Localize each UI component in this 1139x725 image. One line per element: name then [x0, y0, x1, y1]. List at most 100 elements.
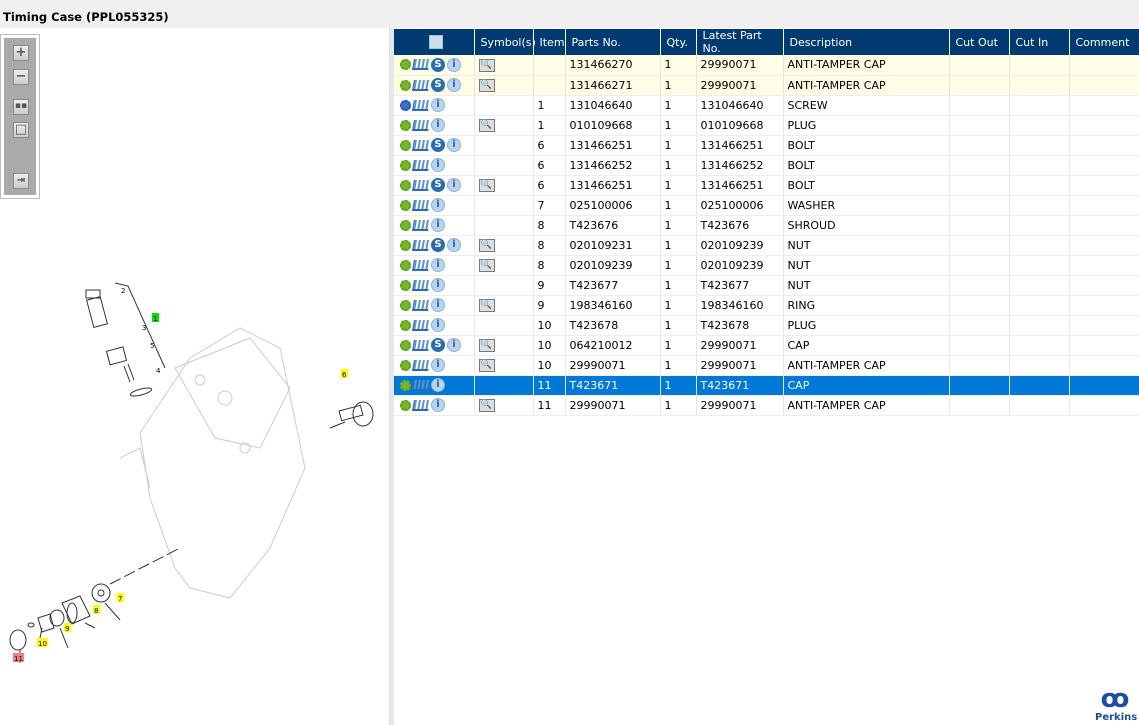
service-icon[interactable]: S	[431, 57, 445, 72]
table-row[interactable]: i 6 131466252 1 131466252 BOLT	[394, 155, 1139, 176]
gear-icon[interactable]	[400, 339, 411, 351]
gear-icon[interactable]	[400, 59, 411, 71]
gear-icon[interactable]	[400, 239, 411, 251]
info-icon[interactable]: i	[431, 158, 445, 172]
info-icon[interactable]: i	[431, 198, 445, 212]
book-search-icon[interactable]: 🔍	[478, 398, 495, 412]
column-header-symbol-s[interactable]: Symbol(s)	[474, 29, 536, 55]
cart-icon[interactable]	[412, 59, 430, 71]
cart-icon[interactable]	[412, 259, 430, 271]
cart-icon[interactable]	[412, 279, 430, 291]
info-icon[interactable]: i	[431, 278, 445, 292]
column-header-qty[interactable]: Qty.	[660, 29, 697, 55]
table-row[interactable]: i 8 T423676 1 T423676 SHROUD	[394, 215, 1139, 236]
book-search-icon[interactable]: 🔍	[478, 178, 495, 192]
info-icon[interactable]: i	[447, 338, 461, 352]
cart-icon[interactable]	[412, 239, 430, 251]
cart-icon[interactable]	[412, 299, 430, 311]
gear-icon[interactable]	[400, 179, 411, 191]
gear-icon[interactable]	[400, 99, 411, 111]
table-row[interactable]: i 9 T423677 1 T423677 NUT	[394, 275, 1139, 296]
table-row[interactable]: i 🔍 1 010109668 1 010109668 PLUG	[394, 115, 1139, 136]
table-row[interactable]: i 10 T423678 1 T423678 PLUG	[394, 315, 1139, 336]
gear-icon[interactable]	[400, 199, 411, 211]
book-search-icon[interactable]: 🔍	[478, 338, 495, 352]
table-row[interactable]: Si 🔍 131466271 1 29990071 ANTI-TAMPER CAP	[394, 75, 1139, 96]
gear-icon[interactable]	[400, 259, 411, 271]
table-row[interactable]: i 11 T423671 1 T423671 CAP	[394, 375, 1139, 396]
info-icon[interactable]: i	[431, 298, 445, 312]
book-search-icon[interactable]: 🔍	[478, 358, 495, 372]
column-header-cut-out[interactable]: Cut Out	[949, 29, 1010, 55]
gear-icon[interactable]	[400, 79, 411, 91]
column-header-description[interactable]: Description	[783, 29, 950, 55]
service-icon[interactable]: S	[431, 178, 445, 192]
book-search-icon[interactable]: 🔍	[478, 78, 495, 92]
book-search-icon[interactable]: 🔍	[478, 298, 495, 312]
table-row[interactable]: i 🔍 10 29990071 1 29990071 ANTI-TAMPER CA…	[394, 355, 1139, 376]
cart-icon[interactable]	[412, 319, 430, 331]
info-icon[interactable]: i	[447, 57, 461, 72]
table-row[interactable]: Si 🔍 10 064210012 1 29990071 CAP	[394, 335, 1139, 356]
cart-icon[interactable]	[412, 179, 430, 191]
gear-icon[interactable]	[400, 219, 411, 231]
info-icon[interactable]: i	[447, 138, 461, 152]
gear-icon[interactable]	[400, 279, 411, 291]
info-icon[interactable]: i	[431, 378, 445, 392]
table-row[interactable]: Si 🔍 8 020109231 1 020109239 NUT	[394, 235, 1139, 256]
info-icon[interactable]: i	[431, 98, 445, 112]
gear-icon[interactable]	[400, 359, 411, 371]
info-icon[interactable]: i	[431, 118, 445, 132]
table-row[interactable]: i 🔍 11 29990071 1 29990071 ANTI-TAMPER CA…	[394, 395, 1139, 416]
service-icon[interactable]: S	[431, 138, 445, 152]
table-row[interactable]: Si 6 131466251 1 131466251 BOLT	[394, 135, 1139, 156]
column-header-item[interactable]: Item	[533, 29, 566, 55]
gear-icon[interactable]	[400, 399, 411, 411]
cart-icon[interactable]	[412, 399, 430, 411]
cart-icon[interactable]	[412, 199, 430, 211]
cart-icon[interactable]	[412, 339, 430, 351]
info-icon[interactable]: i	[431, 398, 445, 412]
cart-icon[interactable]	[412, 99, 430, 111]
table-row[interactable]: Si 🔍 131466270 1 29990071 ANTI-TAMPER CAP	[394, 55, 1139, 76]
service-icon[interactable]: S	[431, 338, 445, 352]
info-icon[interactable]: i	[431, 318, 445, 332]
column-header-parts-no[interactable]: Parts No.	[565, 29, 661, 55]
gear-icon[interactable]	[400, 159, 411, 171]
cart-icon[interactable]	[412, 159, 430, 171]
info-icon[interactable]: i	[431, 218, 445, 232]
cart-icon[interactable]	[412, 219, 430, 231]
search-view-icon[interactable]	[428, 35, 443, 49]
book-search-icon[interactable]: 🔍	[478, 58, 495, 72]
service-icon[interactable]: S	[431, 78, 445, 92]
gear-icon[interactable]	[400, 379, 411, 391]
callout-8[interactable]: 8	[94, 607, 98, 615]
info-icon[interactable]: i	[447, 178, 461, 192]
info-icon[interactable]: i	[431, 258, 445, 272]
book-search-icon[interactable]: 🔍	[478, 238, 495, 252]
table-row[interactable]: i 🔍 8 020109239 1 020109239 NUT	[394, 255, 1139, 276]
callout-9[interactable]: 9	[65, 625, 69, 633]
info-icon[interactable]: i	[447, 238, 461, 252]
gear-icon[interactable]	[400, 119, 411, 131]
cart-icon[interactable]	[412, 379, 430, 391]
cart-icon[interactable]	[412, 119, 430, 131]
diagram-panel[interactable]: + − ▪▪ □ ⇥ 2 3 5 4 1 6 7 8 9 10 11	[0, 28, 390, 725]
callout-11[interactable]: 11	[14, 655, 23, 663]
column-header-cut-in[interactable]: Cut In	[1009, 29, 1070, 55]
info-icon[interactable]: i	[447, 78, 461, 92]
table-row[interactable]: i 🔍 9 198346160 1 198346160 RING	[394, 295, 1139, 316]
service-icon[interactable]: S	[431, 238, 445, 252]
gear-icon[interactable]	[400, 139, 411, 151]
column-header-search[interactable]	[394, 29, 475, 55]
cart-icon[interactable]	[412, 359, 430, 371]
table-row[interactable]: i 1 131046640 1 131046640 SCREW	[394, 95, 1139, 116]
column-header-comment[interactable]: Comment	[1069, 29, 1139, 55]
cart-icon[interactable]	[412, 139, 430, 151]
book-search-icon[interactable]: 🔍	[478, 118, 495, 132]
column-header-latest-part-no[interactable]: Latest Part No.	[696, 29, 784, 55]
cart-icon[interactable]	[412, 79, 430, 91]
table-row[interactable]: i 7 025100006 1 025100006 WASHER	[394, 195, 1139, 216]
gear-icon[interactable]	[400, 319, 411, 331]
info-icon[interactable]: i	[431, 358, 445, 372]
